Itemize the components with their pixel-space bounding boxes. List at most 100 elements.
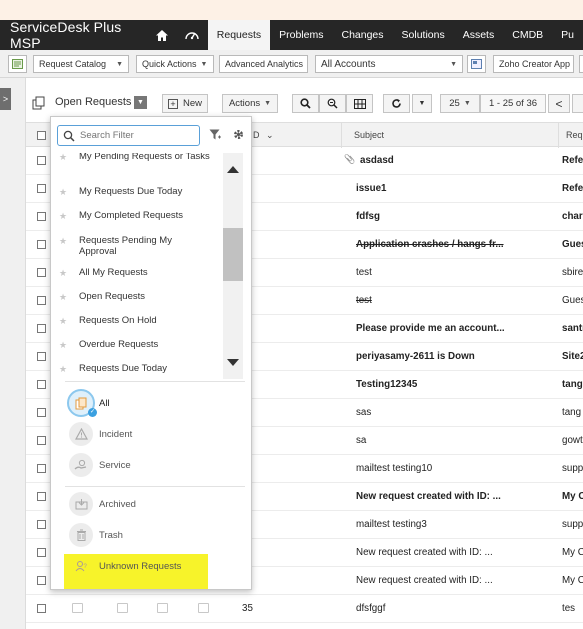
row-checkbox[interactable] xyxy=(37,436,46,445)
edit-icon[interactable] xyxy=(157,603,168,613)
column-header-subject[interactable]: Subject xyxy=(354,130,384,140)
mail-icon[interactable] xyxy=(72,603,83,613)
row-subject[interactable]: Please provide me an account... xyxy=(356,323,556,334)
scrollbar-thumb[interactable] xyxy=(223,228,243,281)
row-checkbox[interactable] xyxy=(37,324,46,333)
category-unknown-requests[interactable]: ? Unknown Requests xyxy=(69,554,229,580)
view-dropdown-toggle[interactable]: ▼ xyxy=(134,96,147,109)
advanced-search-icon[interactable] xyxy=(319,94,346,113)
quick-actions-button[interactable]: Quick Actions ▼ xyxy=(136,55,214,73)
row-checkbox[interactable] xyxy=(37,184,46,193)
search-icon[interactable] xyxy=(292,94,319,113)
view-item-pending-approval[interactable]: ★ Requests Pending My Approval xyxy=(59,235,197,257)
request-catalog-button[interactable]: Request Catalog ▼ xyxy=(33,55,129,73)
star-icon[interactable]: ★ xyxy=(59,364,67,375)
tab-cmdb[interactable]: CMDB xyxy=(503,20,552,50)
actions-button[interactable]: Actions ▼ xyxy=(222,94,278,113)
table-row[interactable]: 35 dfsfggf tes xyxy=(26,595,583,623)
filter-icon[interactable] xyxy=(209,129,222,144)
category-trash[interactable]: Trash xyxy=(69,523,229,549)
view-item-all-my-requests[interactable]: ★ All My Requests xyxy=(59,267,219,278)
column-header-id[interactable]: D ⌄ xyxy=(253,130,274,141)
row-subject[interactable]: Testing12345 xyxy=(356,379,556,390)
row-subject[interactable]: issue1 xyxy=(356,183,556,194)
star-icon[interactable]: ★ xyxy=(59,268,67,279)
select-all-checkbox[interactable] xyxy=(37,131,46,140)
search-filter-box[interactable] xyxy=(57,125,200,146)
star-icon[interactable]: ★ xyxy=(59,211,67,222)
row-checkbox[interactable] xyxy=(37,576,46,585)
tab-solutions[interactable]: Solutions xyxy=(393,20,454,50)
row-subject[interactable]: sas xyxy=(356,407,556,418)
scroll-up-icon[interactable] xyxy=(227,166,239,173)
tab-problems[interactable]: Problems xyxy=(270,20,332,50)
row-subject[interactable]: New request created with ID: ... xyxy=(356,547,556,558)
row-checkbox[interactable] xyxy=(37,408,46,417)
row-checkbox[interactable] xyxy=(37,240,46,249)
row-subject[interactable]: sa xyxy=(356,435,556,446)
row-checkbox[interactable] xyxy=(37,212,46,221)
view-item-my-pending[interactable]: ★ My Pending Requests or Tasks xyxy=(59,153,219,162)
category-all[interactable]: ✓ All xyxy=(67,389,229,417)
gear-icon[interactable] xyxy=(232,128,245,144)
row-checkbox[interactable] xyxy=(37,604,46,613)
row-checkbox[interactable] xyxy=(37,548,46,557)
account-lookup-icon[interactable] xyxy=(467,55,486,73)
tab-purchase[interactable]: Pu xyxy=(552,20,583,50)
app-brand[interactable]: ServiceDesk Plus MSP xyxy=(0,19,146,51)
row-checkbox[interactable] xyxy=(37,492,46,501)
star-icon[interactable]: ★ xyxy=(59,236,67,247)
star-icon[interactable]: ★ xyxy=(59,187,67,198)
toolbar-overflow[interactable] xyxy=(579,55,583,73)
row-subject[interactable]: mailtest testing10 xyxy=(356,463,556,474)
row-subject[interactable]: Application crashes / hangs fr... xyxy=(356,239,556,250)
row-subject[interactable]: periyasamy-2611 is Down xyxy=(356,351,556,362)
next-page-button[interactable] xyxy=(572,94,583,113)
refresh-options-dropdown[interactable]: ▼ xyxy=(412,94,432,113)
zoho-creator-button[interactable]: Zoho Creator App xyxy=(493,55,574,73)
row-checkbox[interactable] xyxy=(37,464,46,473)
row-checkbox[interactable] xyxy=(37,520,46,529)
view-item-my-due-today[interactable]: ★ My Requests Due Today xyxy=(59,186,219,197)
view-item-overdue[interactable]: ★ Overdue Requests xyxy=(59,339,219,350)
star-icon[interactable]: ★ xyxy=(59,292,67,303)
dashboard-gauge-icon[interactable] xyxy=(177,20,208,50)
row-subject[interactable]: New request created with ID: ... xyxy=(356,491,556,502)
tab-changes[interactable]: Changes xyxy=(332,20,392,50)
note-icon[interactable] xyxy=(198,603,209,613)
tab-requests[interactable]: Requests xyxy=(207,20,271,50)
row-checkbox[interactable] xyxy=(37,296,46,305)
view-item-open-requests[interactable]: ★ Open Requests xyxy=(59,291,219,302)
home-icon[interactable] xyxy=(146,20,177,50)
search-filter-input[interactable] xyxy=(80,129,195,142)
row-checkbox[interactable] xyxy=(37,268,46,277)
row-subject[interactable]: asdasd xyxy=(360,155,556,166)
star-icon[interactable]: ★ xyxy=(59,340,67,351)
row-subject[interactable]: fdfsg xyxy=(356,211,556,222)
previous-page-icon[interactable]: < xyxy=(548,94,570,113)
new-request-button[interactable]: + New xyxy=(162,94,208,113)
row-checkbox[interactable] xyxy=(37,352,46,361)
category-service[interactable]: Service xyxy=(69,453,229,479)
column-header-requester[interactable]: Requ xyxy=(566,130,583,140)
expand-arrow-icon[interactable]: > xyxy=(0,88,11,110)
copy-view-icon[interactable] xyxy=(32,96,45,113)
category-archived[interactable]: Archived xyxy=(69,492,229,518)
row-subject[interactable]: test xyxy=(356,267,556,278)
account-select[interactable]: All Accounts ▼ xyxy=(315,55,463,73)
row-subject[interactable]: New request created with ID: ... xyxy=(356,575,556,586)
category-incident[interactable]: Incident xyxy=(69,422,229,448)
row-checkbox[interactable] xyxy=(37,380,46,389)
view-item-my-completed[interactable]: ★ My Completed Requests xyxy=(59,210,219,221)
per-page-select[interactable]: 25 ▼ xyxy=(440,94,480,113)
advanced-analytics-button[interactable]: Advanced Analytics xyxy=(219,55,308,73)
star-icon[interactable]: ★ xyxy=(59,153,67,163)
tab-assets[interactable]: Assets xyxy=(454,20,504,50)
view-item-on-hold[interactable]: ★ Requests On Hold xyxy=(59,315,219,326)
view-item-due-today[interactable]: ★ Requests Due Today xyxy=(59,363,219,374)
scroll-down-icon[interactable] xyxy=(227,359,239,366)
refresh-icon[interactable] xyxy=(383,94,410,113)
row-checkbox[interactable] xyxy=(37,156,46,165)
row-subject[interactable]: mailtest testing3 xyxy=(356,519,556,530)
row-subject[interactable]: test xyxy=(356,295,556,306)
